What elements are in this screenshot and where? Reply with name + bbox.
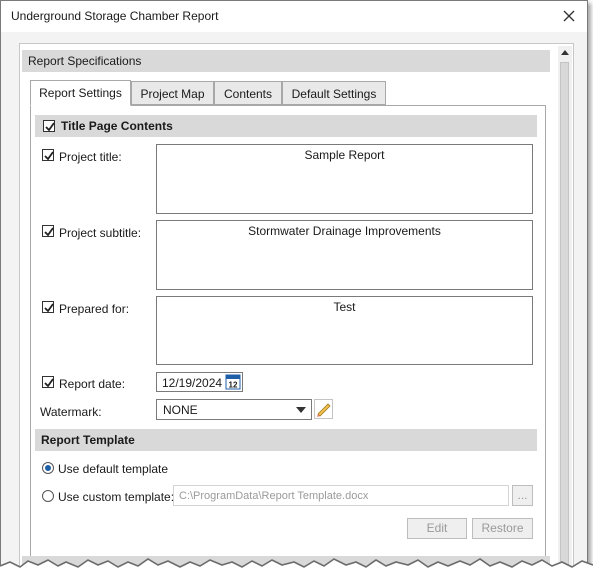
- report-dialog: Underground Storage Chamber Report Repor…: [0, 0, 588, 580]
- vertical-scrollbar[interactable]: [558, 46, 572, 572]
- tab-project-map[interactable]: Project Map: [131, 81, 214, 105]
- project-title-label: Project title:: [59, 150, 122, 164]
- report-template-header: Report Template: [35, 429, 537, 451]
- pencil-icon: [317, 403, 331, 417]
- title-page-contents-header: Title Page Contents: [35, 115, 537, 137]
- report-settings-panel: Report Specifications Report Settings Pr…: [19, 43, 574, 575]
- tab-report-settings[interactable]: Report Settings: [30, 80, 131, 106]
- torn-edge: [0, 558, 593, 584]
- project-subtitle-checkbox[interactable]: [42, 225, 54, 237]
- project-subtitle-label: Project subtitle:: [59, 226, 142, 240]
- checkmark-icon: [44, 378, 54, 388]
- report-date-picker[interactable]: 12/19/2024 12: [156, 372, 243, 392]
- checkmark-icon: [44, 151, 54, 161]
- project-title-checkbox[interactable]: [42, 149, 54, 161]
- prepared-for-label: Prepared for:: [59, 302, 130, 316]
- custom-template-radio[interactable]: [42, 490, 54, 502]
- default-template-radio[interactable]: [42, 462, 54, 474]
- custom-template-label: Use custom template:: [58, 490, 175, 504]
- checkmark-icon: [45, 122, 55, 132]
- report-date-checkbox[interactable]: [42, 376, 54, 388]
- report-date-value: 12/19/2024: [162, 376, 223, 390]
- scroll-thumb[interactable]: [560, 62, 569, 572]
- custom-template-path-input[interactable]: C:\ProgramData\Report Template.docx: [173, 485, 509, 506]
- close-button[interactable]: [559, 6, 579, 26]
- triangle-up-icon: [561, 50, 569, 55]
- prepared-for-input[interactable]: Test: [156, 296, 533, 365]
- title-bar: Underground Storage Chamber Report: [1, 1, 587, 32]
- checkmark-icon: [44, 303, 54, 313]
- watermark-label: Watermark:: [40, 405, 102, 419]
- tab-contents[interactable]: Contents: [214, 81, 282, 105]
- default-template-label: Use default template: [58, 462, 169, 476]
- chevron-down-icon: [296, 407, 306, 413]
- title-page-contents-label: Title Page Contents: [61, 119, 173, 133]
- tab-default-settings[interactable]: Default Settings: [282, 81, 386, 105]
- restore-button[interactable]: Restore: [472, 518, 533, 539]
- report-date-label: Report date:: [59, 377, 126, 391]
- calendar-day: 12: [229, 381, 238, 390]
- window-title: Underground Storage Chamber Report: [11, 9, 219, 23]
- edit-watermark-button[interactable]: [314, 399, 333, 419]
- close-icon: [563, 10, 575, 22]
- edit-button[interactable]: Edit: [407, 518, 467, 539]
- scroll-up-button[interactable]: [558, 46, 572, 60]
- title-page-contents-checkbox[interactable]: [43, 120, 55, 132]
- watermark-select[interactable]: NONE: [156, 399, 312, 420]
- checkmark-icon: [44, 227, 54, 237]
- browse-button[interactable]: ...: [512, 485, 533, 506]
- tab-content: Title Page Contents Project title: Sampl…: [30, 105, 546, 574]
- calendar-icon[interactable]: 12: [225, 374, 241, 390]
- report-specifications-header: Report Specifications: [22, 50, 550, 72]
- prepared-for-checkbox[interactable]: [42, 301, 54, 313]
- watermark-value: NONE: [163, 403, 198, 417]
- project-title-input[interactable]: Sample Report: [156, 144, 533, 214]
- project-subtitle-input[interactable]: Stormwater Drainage Improvements: [156, 220, 533, 290]
